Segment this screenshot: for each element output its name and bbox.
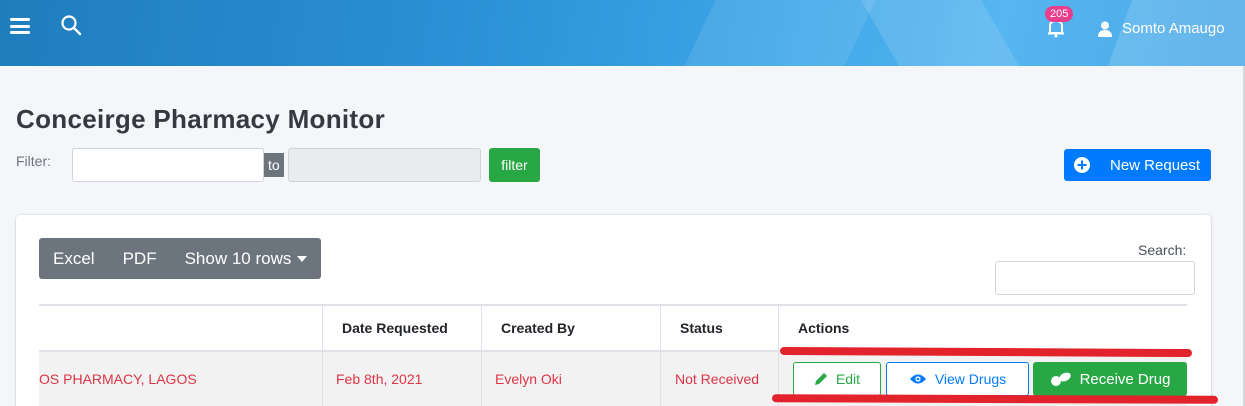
edit-label: Edit xyxy=(835,371,861,387)
header-decoration xyxy=(860,0,1020,66)
view-drugs-button[interactable]: View Drugs xyxy=(886,362,1029,396)
new-request-button[interactable]: New Request xyxy=(1064,149,1211,181)
user-name: Somto Amaugo xyxy=(1122,20,1225,37)
edit-button[interactable]: Edit xyxy=(793,362,881,396)
hamburger-menu-icon[interactable] xyxy=(10,18,30,34)
date-from-input[interactable] xyxy=(72,148,264,182)
column-divider xyxy=(322,352,323,406)
eye-icon xyxy=(909,374,926,384)
column-divider xyxy=(660,352,661,406)
user-icon xyxy=(1098,21,1112,37)
column-header-status[interactable]: Status xyxy=(680,320,723,336)
annotation-underline xyxy=(771,394,1219,404)
user-menu[interactable]: Somto Amaugo xyxy=(1098,20,1225,37)
show-rows-dropdown[interactable]: Show 10 rows xyxy=(171,249,322,269)
table-search-label: Search: xyxy=(1138,242,1187,258)
plus-circle-icon xyxy=(1074,157,1090,173)
header-decoration xyxy=(684,0,876,66)
table-header-top-border xyxy=(39,304,1187,306)
column-divider xyxy=(481,352,482,406)
table-search-input[interactable] xyxy=(995,261,1195,295)
cell-date-requested: Feb 8th, 2021 xyxy=(336,371,423,387)
column-header-created-by[interactable]: Created By xyxy=(501,320,575,336)
filter-button[interactable]: filter xyxy=(489,148,540,182)
filter-label: Filter: xyxy=(16,153,51,169)
export-pdf-button[interactable]: PDF xyxy=(109,249,171,269)
cell-status: Not Received xyxy=(675,371,760,387)
date-to-input[interactable] xyxy=(288,148,481,182)
top-navbar: 205 Somto Amaugo xyxy=(0,0,1245,66)
table-export-toolbar: Excel PDF Show 10 rows xyxy=(39,238,322,279)
cell-created-by: Evelyn Oki xyxy=(495,371,562,387)
receive-drug-button[interactable]: Receive Drug xyxy=(1033,362,1187,396)
column-header-actions: Actions xyxy=(798,320,850,336)
notification-count-badge: 205 xyxy=(1045,6,1074,22)
receive-drug-label: Receive Drug xyxy=(1079,370,1171,388)
page-title: Conceirge Pharmacy Monitor xyxy=(16,104,385,134)
pencil-icon xyxy=(814,373,827,385)
pills-icon xyxy=(1050,372,1071,386)
search-icon[interactable] xyxy=(60,14,84,38)
export-excel-button[interactable]: Excel xyxy=(39,249,109,269)
column-header-date-requested[interactable]: Date Requested xyxy=(342,320,448,336)
caret-down-icon xyxy=(297,255,308,262)
date-range-to-label: to xyxy=(264,153,284,177)
view-drugs-label: View Drugs xyxy=(934,371,1007,387)
cell-pharmacy: OS PHARMACY, LAGOS xyxy=(39,371,197,387)
new-request-label: New Request xyxy=(1110,156,1201,174)
show-rows-label: Show 10 rows xyxy=(184,248,292,268)
